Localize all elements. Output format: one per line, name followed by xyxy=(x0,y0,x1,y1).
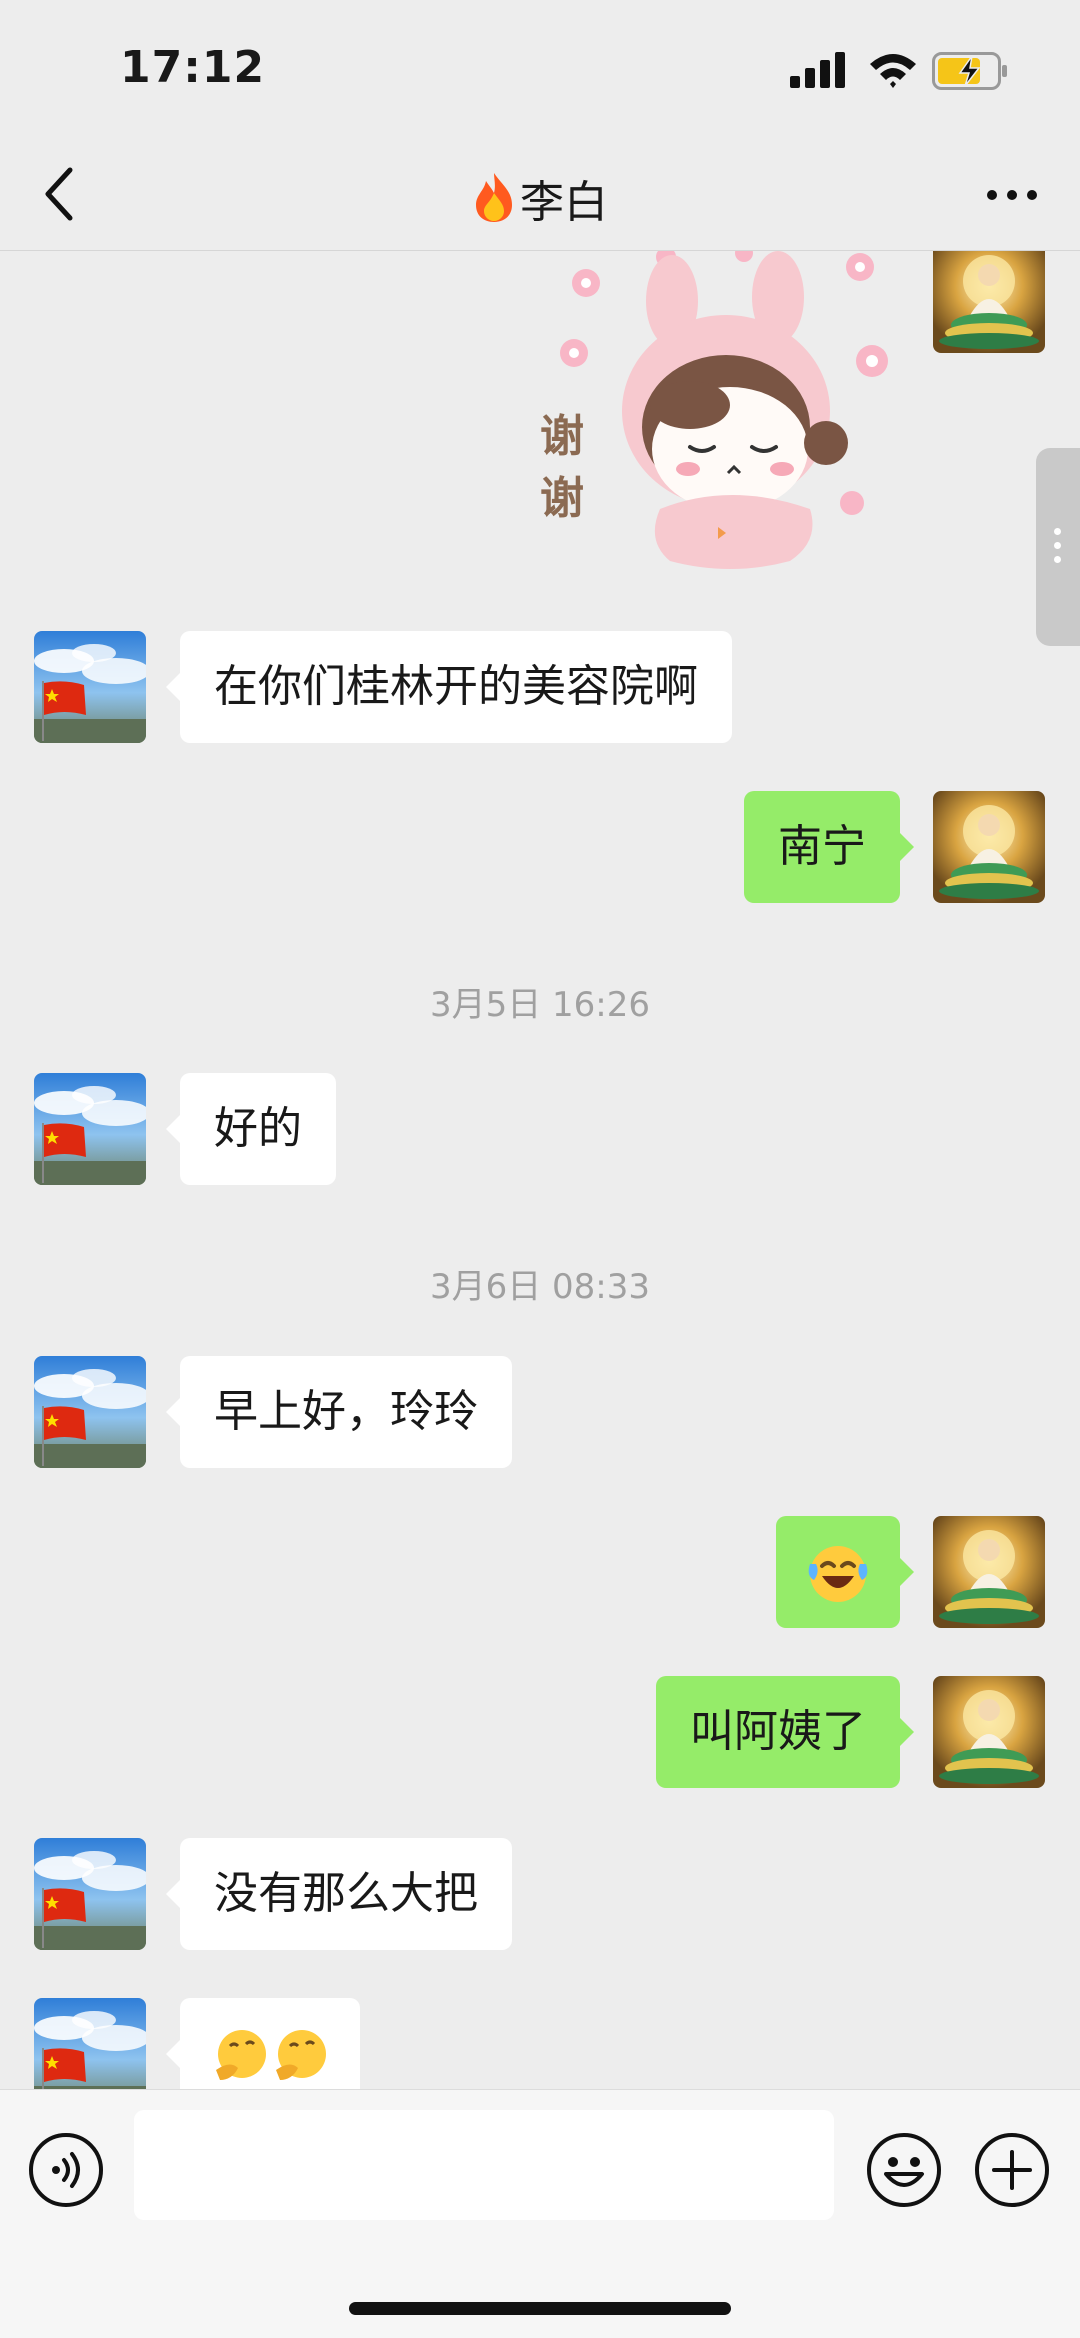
message-timestamp: 3月5日 16:26 xyxy=(429,985,651,1025)
message-list[interactable]: 谢 谢 在你们桂林开的美容院啊 南宁 3月5日 16:26 好的 3月6日 08… xyxy=(0,251,1080,2089)
thinking-face-icon xyxy=(216,2030,266,2080)
message-bubble-received[interactable]: 没有那么大把 xyxy=(166,1838,512,1950)
fire-icon xyxy=(476,173,512,222)
home-indicator xyxy=(349,2302,731,2315)
message-bubble-received[interactable]: 好的 xyxy=(166,1073,336,1185)
sticker-text: 谢 xyxy=(540,411,584,462)
my-avatar[interactable] xyxy=(933,1676,1045,1788)
contact-avatar[interactable] xyxy=(34,1356,146,1468)
message-bubble-sent[interactable]: 叫阿姨了 xyxy=(656,1676,914,1788)
side-drawer-handle[interactable] xyxy=(1036,448,1080,646)
contact-avatar[interactable] xyxy=(34,1073,146,1185)
contact-name: 李白 xyxy=(520,177,608,228)
my-avatar[interactable] xyxy=(933,1516,1045,1628)
voice-icon[interactable] xyxy=(28,2132,104,2208)
more-dots-icon[interactable] xyxy=(986,188,1038,202)
message-bubble-sent[interactable]: 南宁 xyxy=(744,791,914,903)
wifi-icon xyxy=(870,54,916,88)
bunny-girl-sticker[interactable]: 谢 谢 xyxy=(520,251,900,581)
status-bar: 17:12 xyxy=(0,0,1080,140)
message-input[interactable] xyxy=(134,2110,834,2220)
chat-header: 李白 xyxy=(0,140,1080,251)
thinking-face-icon xyxy=(276,2030,326,2080)
battery-icon xyxy=(932,52,1007,90)
status-time: 17:12 xyxy=(120,42,266,93)
my-avatar[interactable] xyxy=(933,791,1045,903)
message-timestamp: 3月6日 08:33 xyxy=(429,1267,651,1307)
smile-icon[interactable] xyxy=(866,2132,942,2208)
sticker-text: 谢 xyxy=(540,473,584,524)
contact-avatar[interactable] xyxy=(34,1998,146,2089)
message-bubble-received[interactable] xyxy=(166,1998,360,2089)
message-bubble-received[interactable]: 在你们桂林开的美容院啊 xyxy=(166,631,732,743)
contact-avatar[interactable] xyxy=(34,1838,146,1950)
my-avatar[interactable] xyxy=(933,251,1045,353)
signal-icon xyxy=(790,52,845,88)
plus-icon[interactable] xyxy=(974,2132,1050,2208)
message-bubble-sent[interactable] xyxy=(776,1516,914,1628)
input-bar xyxy=(0,2089,1080,2338)
laughing-crying-face-icon xyxy=(808,1546,868,1602)
chat-title: 李白 xyxy=(0,166,1080,230)
contact-avatar[interactable] xyxy=(34,631,146,743)
message-bubble-received[interactable]: 早上好，玲玲 xyxy=(166,1356,512,1468)
